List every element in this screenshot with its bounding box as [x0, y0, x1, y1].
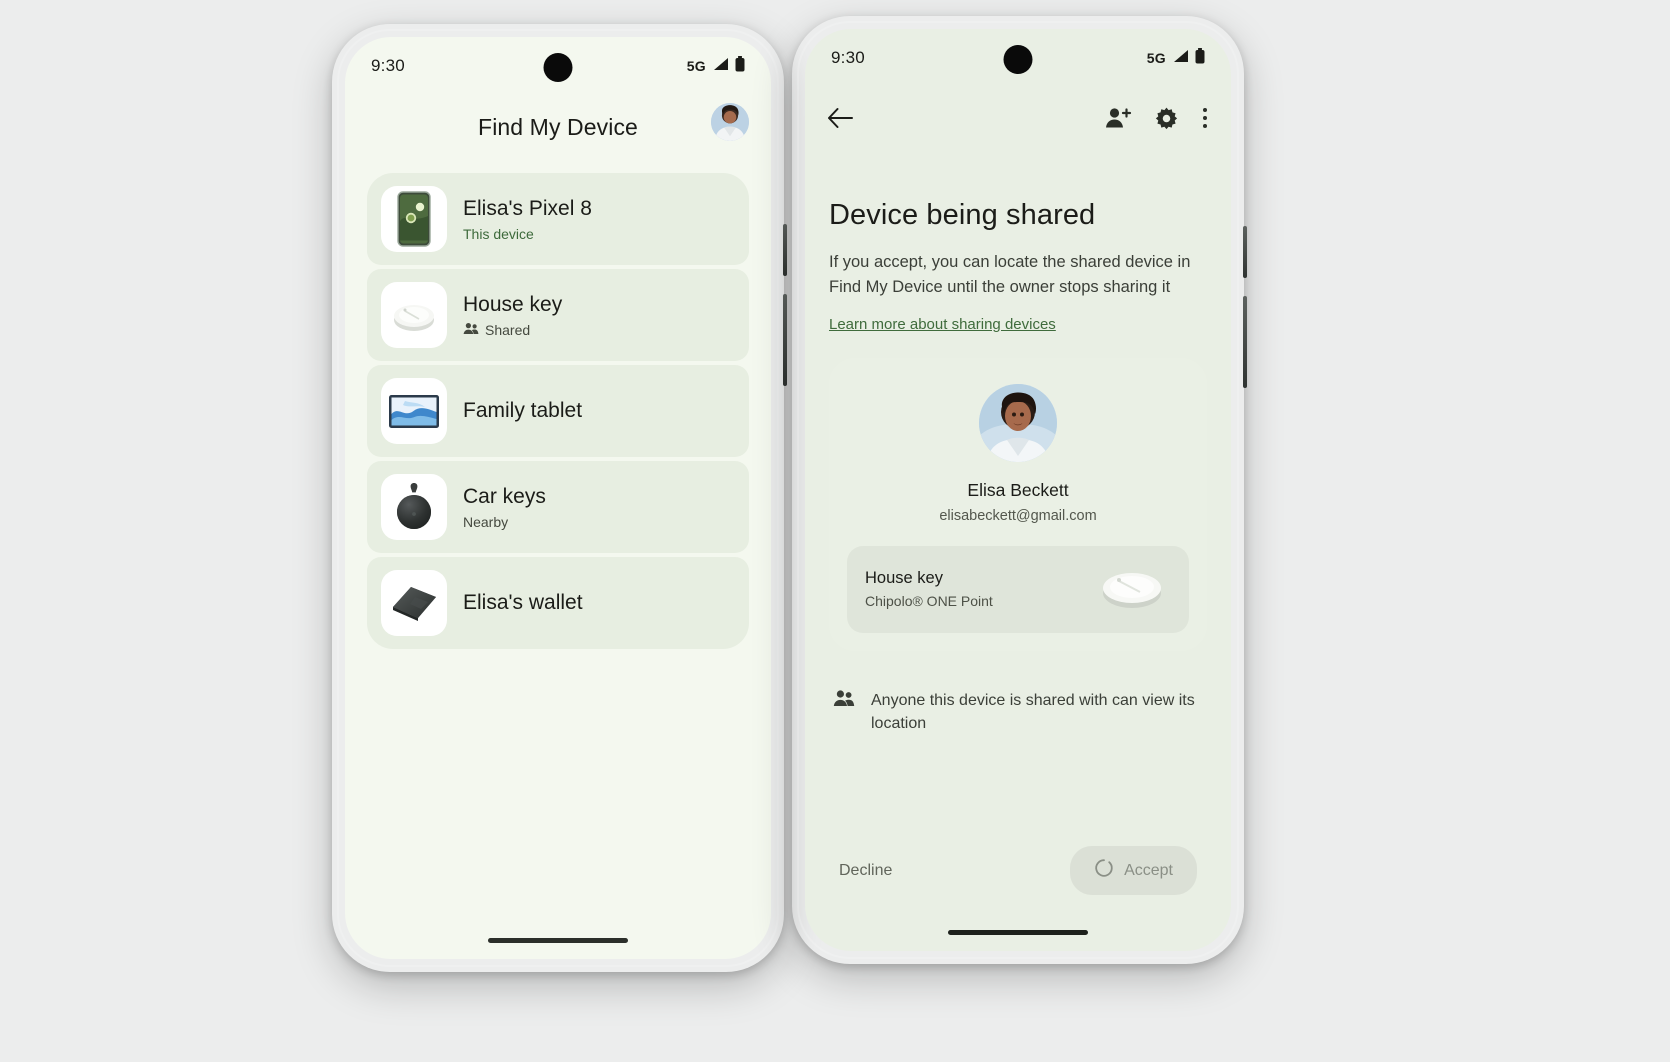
device-subtitle: Shared: [485, 321, 531, 338]
device-list-item[interactable]: Elisa's Pixel 8 This device: [367, 173, 749, 265]
body-copy: If you accept, you can locate the shared…: [829, 253, 1191, 296]
phone-thumbnail: [381, 186, 447, 252]
avatar[interactable]: [711, 103, 749, 141]
device-name: Elisa's wallet: [463, 591, 583, 614]
loading-spinner-icon: [1094, 858, 1114, 883]
volume-button[interactable]: [1243, 296, 1247, 388]
battery-full-icon: [1195, 47, 1205, 69]
accept-button-label: Accept: [1124, 861, 1173, 879]
page-title: Find My Device: [478, 113, 638, 140]
device-name: Car keys: [463, 484, 546, 508]
learn-more-link[interactable]: Learn more about sharing devices: [829, 316, 1056, 333]
network-label: 5G: [1146, 50, 1166, 66]
device-list-item[interactable]: Car keys Nearby: [367, 461, 749, 553]
owner-card: Elisa Beckett elisabeckett@gmail.com Hou…: [829, 357, 1207, 651]
decline-button[interactable]: Decline: [839, 862, 892, 880]
people-icon: [463, 322, 479, 338]
sharing-note-text: Anyone this device is shared with can vi…: [871, 691, 1195, 732]
tracker-tag-round-thumbnail: [381, 282, 447, 348]
camera-punch-hole: [543, 53, 573, 82]
account-avatar-image: [711, 103, 749, 141]
person-add-icon[interactable]: [1105, 106, 1132, 130]
network-label: 5G: [686, 58, 706, 74]
device-subtitle: This device: [463, 225, 534, 242]
phone-right: 9:30 5G Device being shared If you accep…: [792, 16, 1247, 964]
owner-avatar-image: [979, 383, 1057, 462]
device-list-item[interactable]: House key Shared: [367, 269, 749, 361]
shared-device-model: Chipolo® ONE Point: [865, 593, 993, 609]
owner-name: Elisa Beckett: [967, 479, 1069, 500]
device-subtitle: Nearby: [463, 513, 509, 530]
device-texts: Car keys Nearby: [463, 485, 546, 530]
device-texts: Elisa's Pixel 8 This device: [463, 197, 592, 242]
signal-bars-icon: [712, 57, 729, 76]
owner-email: elisabeckett@gmail.com: [939, 507, 1097, 524]
wallet-thumbnail: [381, 570, 447, 636]
status-icons: 5G: [1146, 47, 1205, 69]
home-indicator[interactable]: [948, 930, 1088, 935]
device-texts: House key Shared: [463, 293, 562, 338]
shared-device-name: House key: [865, 569, 943, 587]
action-row: Decline Accept: [805, 846, 1231, 895]
device-texts: Elisa's wallet: [463, 591, 583, 615]
more-vert-icon[interactable]: [1201, 106, 1209, 130]
device-name: Elisa's Pixel 8: [463, 196, 592, 220]
page-headline: Device being shared: [829, 199, 1096, 231]
right-phone-screen: 9:30 5G Device being shared If you accep…: [805, 29, 1231, 951]
tracker-tag-teardrop-thumbnail: [381, 474, 447, 540]
people-icon: [833, 689, 855, 735]
gear-icon[interactable]: [1154, 106, 1179, 131]
phone-left: 9:30 5G Find My Device Elisa's Pixel 8 T…: [332, 24, 787, 972]
volume-button[interactable]: [783, 294, 787, 386]
device-texts: Family tablet: [463, 399, 582, 423]
app-bar-actions: [1105, 106, 1209, 131]
accept-button[interactable]: Accept: [1070, 846, 1197, 895]
power-button[interactable]: [783, 224, 787, 276]
status-clock: 9:30: [371, 56, 405, 75]
power-button[interactable]: [1243, 226, 1247, 278]
status-icons: 5G: [686, 55, 745, 77]
status-clock: 9:30: [831, 48, 865, 67]
shared-device-card[interactable]: House key Chipolo® ONE Point: [847, 545, 1189, 633]
share-request-content: Device being shared If you accept, you c…: [805, 199, 1231, 735]
right-app-bar: [805, 87, 1231, 149]
device-name: House key: [463, 292, 563, 316]
device-name: Family tablet: [463, 399, 583, 422]
device-list-item[interactable]: Family tablet: [367, 365, 749, 457]
arrow-left-icon[interactable]: [827, 107, 853, 129]
owner-avatar: [979, 383, 1057, 462]
sharing-note: Anyone this device is shared with can vi…: [829, 689, 1207, 735]
tablet-thumbnail: [381, 378, 447, 444]
camera-punch-hole: [1003, 45, 1033, 74]
left-phone-screen: 9:30 5G Find My Device Elisa's Pixel 8 T…: [345, 37, 771, 959]
screenshot-stage: 9:30 5G Find My Device Elisa's Pixel 8 T…: [0, 0, 1670, 1062]
battery-full-icon: [735, 55, 745, 77]
home-indicator[interactable]: [488, 938, 628, 943]
device-list-item[interactable]: Elisa's wallet: [367, 557, 749, 649]
shared-device-texts: House key Chipolo® ONE Point: [865, 569, 993, 609]
right-status-bar: 9:30 5G: [805, 29, 1231, 87]
left-app-bar: Find My Device: [345, 95, 771, 159]
tracker-tag-round-thumbnail: [1093, 562, 1171, 617]
device-list: Elisa's Pixel 8 This device House key Sh…: [345, 159, 771, 649]
signal-bars-icon: [1172, 49, 1189, 68]
device-subtitle-row: Shared: [463, 322, 562, 338]
left-status-bar: 9:30 5G: [345, 37, 771, 95]
